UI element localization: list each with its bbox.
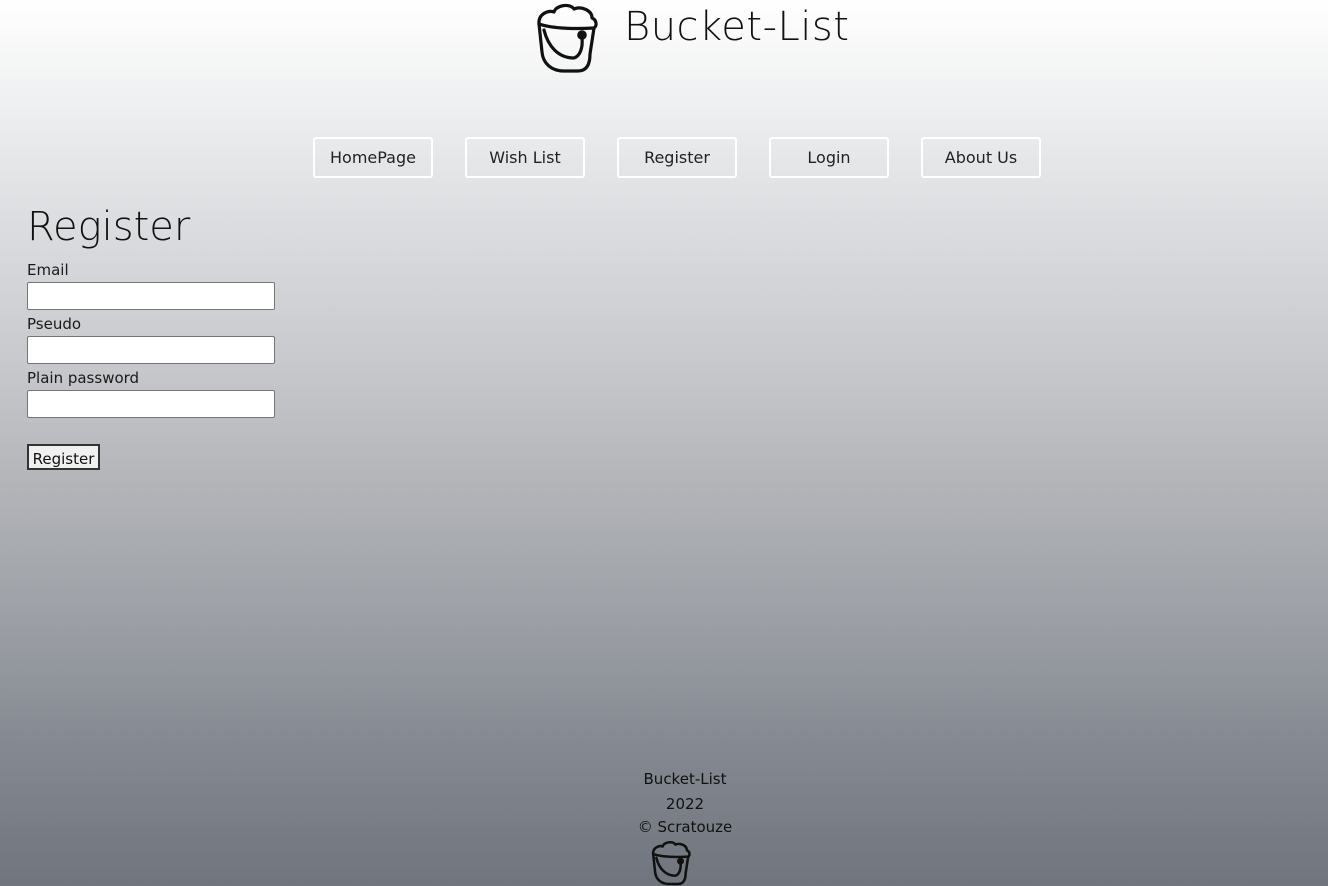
- plain-password-label: Plain password: [27, 369, 140, 387]
- footer-bucket-icon: [651, 841, 691, 886]
- nav-about-us-button[interactable]: About Us: [921, 137, 1041, 178]
- nav-homepage-button[interactable]: HomePage: [313, 137, 433, 178]
- pseudo-field[interactable]: [27, 336, 275, 364]
- site-title[interactable]: Bucket-List: [624, 3, 849, 51]
- plain-password-field[interactable]: [27, 390, 275, 418]
- main-nav: HomePage Wish List Register Login About …: [313, 137, 1041, 178]
- nav-login-button[interactable]: Login: [769, 137, 889, 178]
- register-submit-button[interactable]: Register: [27, 444, 100, 470]
- footer-copyright: © Scratouze: [637, 818, 733, 836]
- nav-wish-list-button[interactable]: Wish List: [465, 137, 585, 178]
- footer-year: 2022: [665, 795, 705, 813]
- site-header: Bucket-List: [0, 0, 1328, 80]
- pseudo-label: Pseudo: [27, 315, 82, 333]
- page-title: Register: [27, 204, 191, 250]
- nav-register-button[interactable]: Register: [617, 137, 737, 178]
- email-label: Email: [27, 261, 69, 279]
- footer-site-name: Bucket-List: [643, 770, 727, 788]
- bucket-logo-icon: [537, 3, 598, 73]
- email-field[interactable]: [27, 282, 275, 310]
